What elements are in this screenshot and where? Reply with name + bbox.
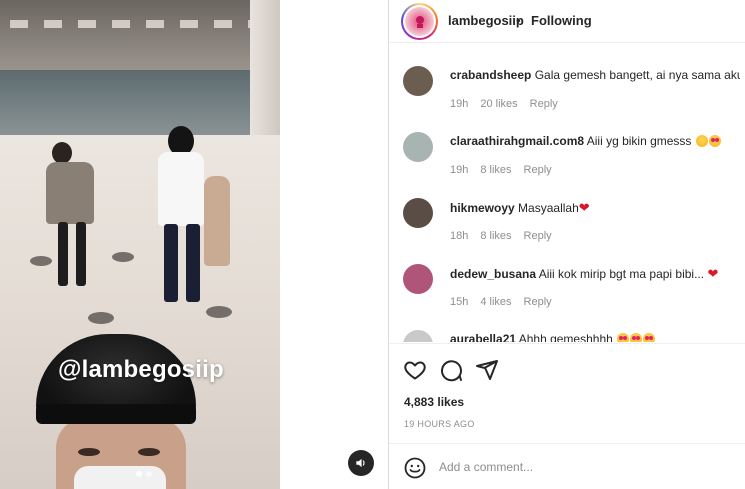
comment-body: Gala gemesh bangett, ai nya sama aku	[534, 68, 740, 82]
comment-reply-button[interactable]: Reply	[524, 164, 552, 176]
video-back-wall	[0, 70, 280, 140]
comment-item: crabandsheep Gala gemesh bangett, ai nya…	[389, 50, 745, 116]
comment-text: crabandsheep Gala gemesh bangett, ai nya…	[450, 68, 740, 82]
comment-item: claraathirahgmail.com8 Aiii yg bikin gme…	[389, 116, 745, 182]
comment-input[interactable]	[439, 458, 729, 476]
audio-toggle-button[interactable]	[348, 450, 374, 476]
comment-reply-button[interactable]: Reply	[524, 230, 552, 242]
heart-eyes-emoji-icon	[708, 135, 721, 147]
comment-meta: 19h 20 likes Reply	[450, 98, 558, 110]
floor-marker	[206, 306, 232, 318]
comment-text: claraathirahgmail.com8 Aiii yg bikin gme…	[450, 134, 740, 148]
comment-meta: 18h 8 likes Reply	[450, 230, 552, 242]
comment-username[interactable]: hikmewoyy	[450, 201, 515, 215]
comment-text: hikmewoyy Masyaallah❤	[450, 200, 740, 216]
profile-logo-icon	[415, 15, 424, 28]
comment-username[interactable]: dedew_busana	[450, 267, 536, 281]
comment-item: dedew_busana Aiii kok mirip bgt ma papi …	[389, 248, 745, 314]
comment-time: 15h	[450, 296, 469, 308]
comment-body: Ahhh gemeshhhh	[518, 332, 613, 342]
carousel-dot	[146, 471, 152, 477]
grin-emoji-icon	[695, 135, 708, 147]
cap-brim	[36, 404, 196, 424]
floor-marker	[88, 312, 114, 324]
post-header: lambegosiip • Following	[389, 0, 745, 43]
comment-item: hikmewoyy Masyaallah❤ 18h 8 likes Reply	[389, 182, 745, 248]
post-video[interactable]: @lambegosiip	[0, 0, 280, 489]
header-username[interactable]: lambegosiip	[448, 13, 524, 28]
post-panel: lambegosiip • Following crabandsheep Gal…	[388, 0, 745, 489]
floor-marker	[30, 256, 52, 266]
floor-marker	[112, 252, 134, 262]
comments-list[interactable]: crabandsheep Gala gemesh bangett, ai nya…	[389, 50, 745, 342]
comment-likes[interactable]: 4 likes	[480, 296, 511, 308]
red-heart-emoji-icon: ❤	[578, 200, 590, 215]
comment-time: 19h	[450, 164, 469, 176]
comment-avatar[interactable]	[403, 264, 433, 294]
heart-eyes-emoji-icon	[643, 333, 656, 342]
video-ceiling	[0, 0, 280, 70]
red-heart-emoji-icon: ❤	[707, 266, 719, 281]
comment-username[interactable]: claraathirahgmail.com8	[450, 134, 584, 148]
video-pillar	[250, 0, 280, 140]
comment-meta: 19h 8 likes Reply	[450, 164, 552, 176]
comment-avatar[interactable]	[403, 66, 433, 96]
comment-likes[interactable]: 8 likes	[480, 230, 511, 242]
comment-reply-button[interactable]: Reply	[524, 296, 552, 308]
comment-item: aurabella21 Ahhh gemeshhhh	[389, 314, 745, 342]
like-heart-icon[interactable]	[403, 358, 427, 382]
comment-avatar[interactable]	[403, 132, 433, 162]
video-watermark: @lambegosiip	[58, 356, 224, 383]
follow-status-button[interactable]: Following	[531, 13, 592, 28]
comment-body: Aiii yg bikin gmesss	[586, 134, 692, 148]
comment-likes[interactable]: 8 likes	[480, 164, 511, 176]
face-mask	[74, 466, 166, 489]
comment-bubble-icon[interactable]	[439, 358, 463, 382]
comment-body: Aiii kok mirip bgt ma papi bibi...	[538, 267, 705, 281]
video-lights	[10, 20, 250, 28]
comment-avatar[interactable]	[403, 198, 433, 228]
comment-text: aurabella21 Ahhh gemeshhhh	[450, 332, 740, 342]
comment-time: 19h	[450, 98, 469, 110]
likes-count[interactable]: 4,883 likes	[404, 395, 464, 409]
emoji-smile-icon[interactable]	[403, 456, 427, 480]
comment-time: 18h	[450, 230, 469, 242]
media-area: @lambegosiip	[0, 0, 388, 489]
comment-username[interactable]: aurabella21	[450, 332, 516, 342]
comment-meta: 15h 4 likes Reply	[450, 296, 552, 308]
comment-body: Masyaallah	[518, 201, 579, 215]
comment-reply-button[interactable]: Reply	[530, 98, 558, 110]
comment-username[interactable]: crabandsheep	[450, 68, 531, 82]
comment-avatar[interactable]	[403, 330, 433, 342]
carousel-indicator	[136, 471, 152, 477]
header-separator: •	[516, 13, 521, 28]
comment-text: dedew_busana Aiii kok mirip bgt ma papi …	[450, 266, 740, 282]
add-comment-bar	[389, 443, 745, 489]
share-send-icon[interactable]	[475, 358, 499, 382]
speaker-icon	[356, 458, 365, 468]
comment-likes[interactable]: 20 likes	[480, 98, 517, 110]
carousel-dot-active	[136, 471, 142, 477]
post-actions: 4,883 likes 19 HOURS AGO	[389, 343, 745, 443]
heart-eyes-emoji-icon	[617, 333, 630, 342]
heart-eyes-emoji-icon	[630, 333, 643, 342]
profile-avatar[interactable]	[401, 3, 438, 40]
post-timestamp: 19 HOURS AGO	[404, 419, 475, 429]
